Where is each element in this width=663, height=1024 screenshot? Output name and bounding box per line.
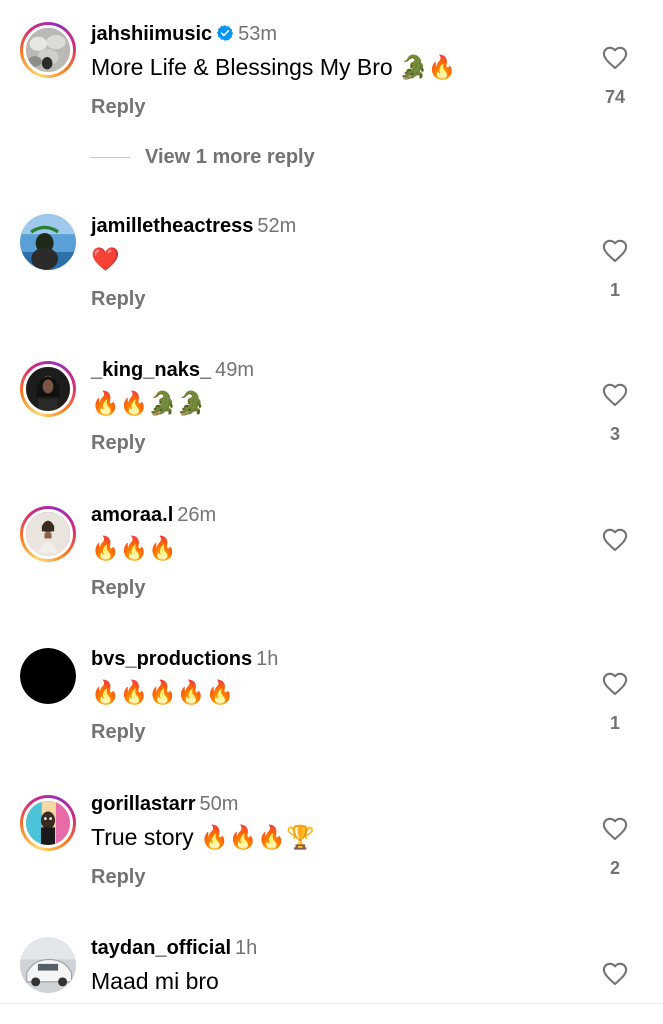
view-more-replies-label[interactable]: View 1 more reply [145,146,315,169]
reply-button[interactable]: Reply [91,95,145,119]
username[interactable]: _king_naks_ [91,359,211,381]
comment-text: Maad mi bro [91,968,219,994]
comment-header: _king_naks_ 49m [91,358,254,382]
comment-text: More Life & Blessings My Bro 🐊🔥 [91,54,457,80]
reply-button[interactable]: Reply [91,720,145,744]
view-more-replies[interactable]: View 1 more reply [90,146,315,169]
comment-text: 🔥🔥🔥🔥🔥 [91,679,235,705]
username[interactable]: jahshiimusic [91,23,212,45]
avatar[interactable] [20,361,76,417]
heart-icon[interactable] [600,44,630,72]
timestamp: 26m [177,504,217,526]
timestamp: 1h [235,937,258,959]
divider [0,1003,663,1004]
reply-button[interactable]: Reply [91,431,145,455]
like-count: 1 [609,280,620,300]
like-count: 74 [604,87,626,107]
comment-header: jahshiimusic 53m [91,22,277,46]
comment-text: 🔥🔥🐊🐊 [91,390,206,416]
username[interactable]: amoraa.l [91,504,173,526]
comment-text: ❤️ [91,246,120,272]
username[interactable]: jamilletheactress [91,215,253,237]
comment-text: True story 🔥🔥🔥🏆 [91,824,315,850]
comment-header: jamilletheactress 52m [91,214,296,238]
heart-icon[interactable] [600,381,630,409]
heart-icon[interactable] [600,670,630,698]
avatar[interactable] [20,214,76,270]
heart-icon[interactable] [600,815,630,843]
like-count: 3 [609,424,620,444]
avatar[interactable] [20,937,76,993]
timestamp: 49m [215,359,254,381]
timestamp: 52m [257,215,297,237]
reply-button[interactable]: Reply [91,287,145,311]
avatar[interactable] [20,648,76,704]
like-count: 2 [609,858,620,878]
avatar[interactable] [20,22,76,78]
timestamp: 50m [199,793,239,815]
timestamp: 53m [238,23,278,45]
timestamp: 1h [256,648,279,670]
avatar[interactable] [20,506,76,562]
comment-header: gorillastarr 50m [91,792,238,816]
divider-line [90,157,130,158]
like-count: 1 [609,713,620,733]
comment-header: bvs_productions 1h [91,647,278,671]
heart-icon[interactable] [600,960,630,988]
comment-header: amoraa.l 26m [91,503,216,527]
comment-header: taydan_official 1h [91,936,257,960]
reply-button[interactable]: Reply [91,576,145,600]
comment-text: 🔥🔥🔥 [91,535,177,561]
username[interactable]: taydan_official [91,937,231,959]
verified-badge-icon [216,25,234,41]
heart-icon[interactable] [600,526,630,554]
username[interactable]: gorillastarr [91,793,195,815]
username[interactable]: bvs_productions [91,648,252,670]
avatar[interactable] [20,795,76,851]
heart-icon[interactable] [600,237,630,265]
reply-button[interactable]: Reply [91,865,145,889]
